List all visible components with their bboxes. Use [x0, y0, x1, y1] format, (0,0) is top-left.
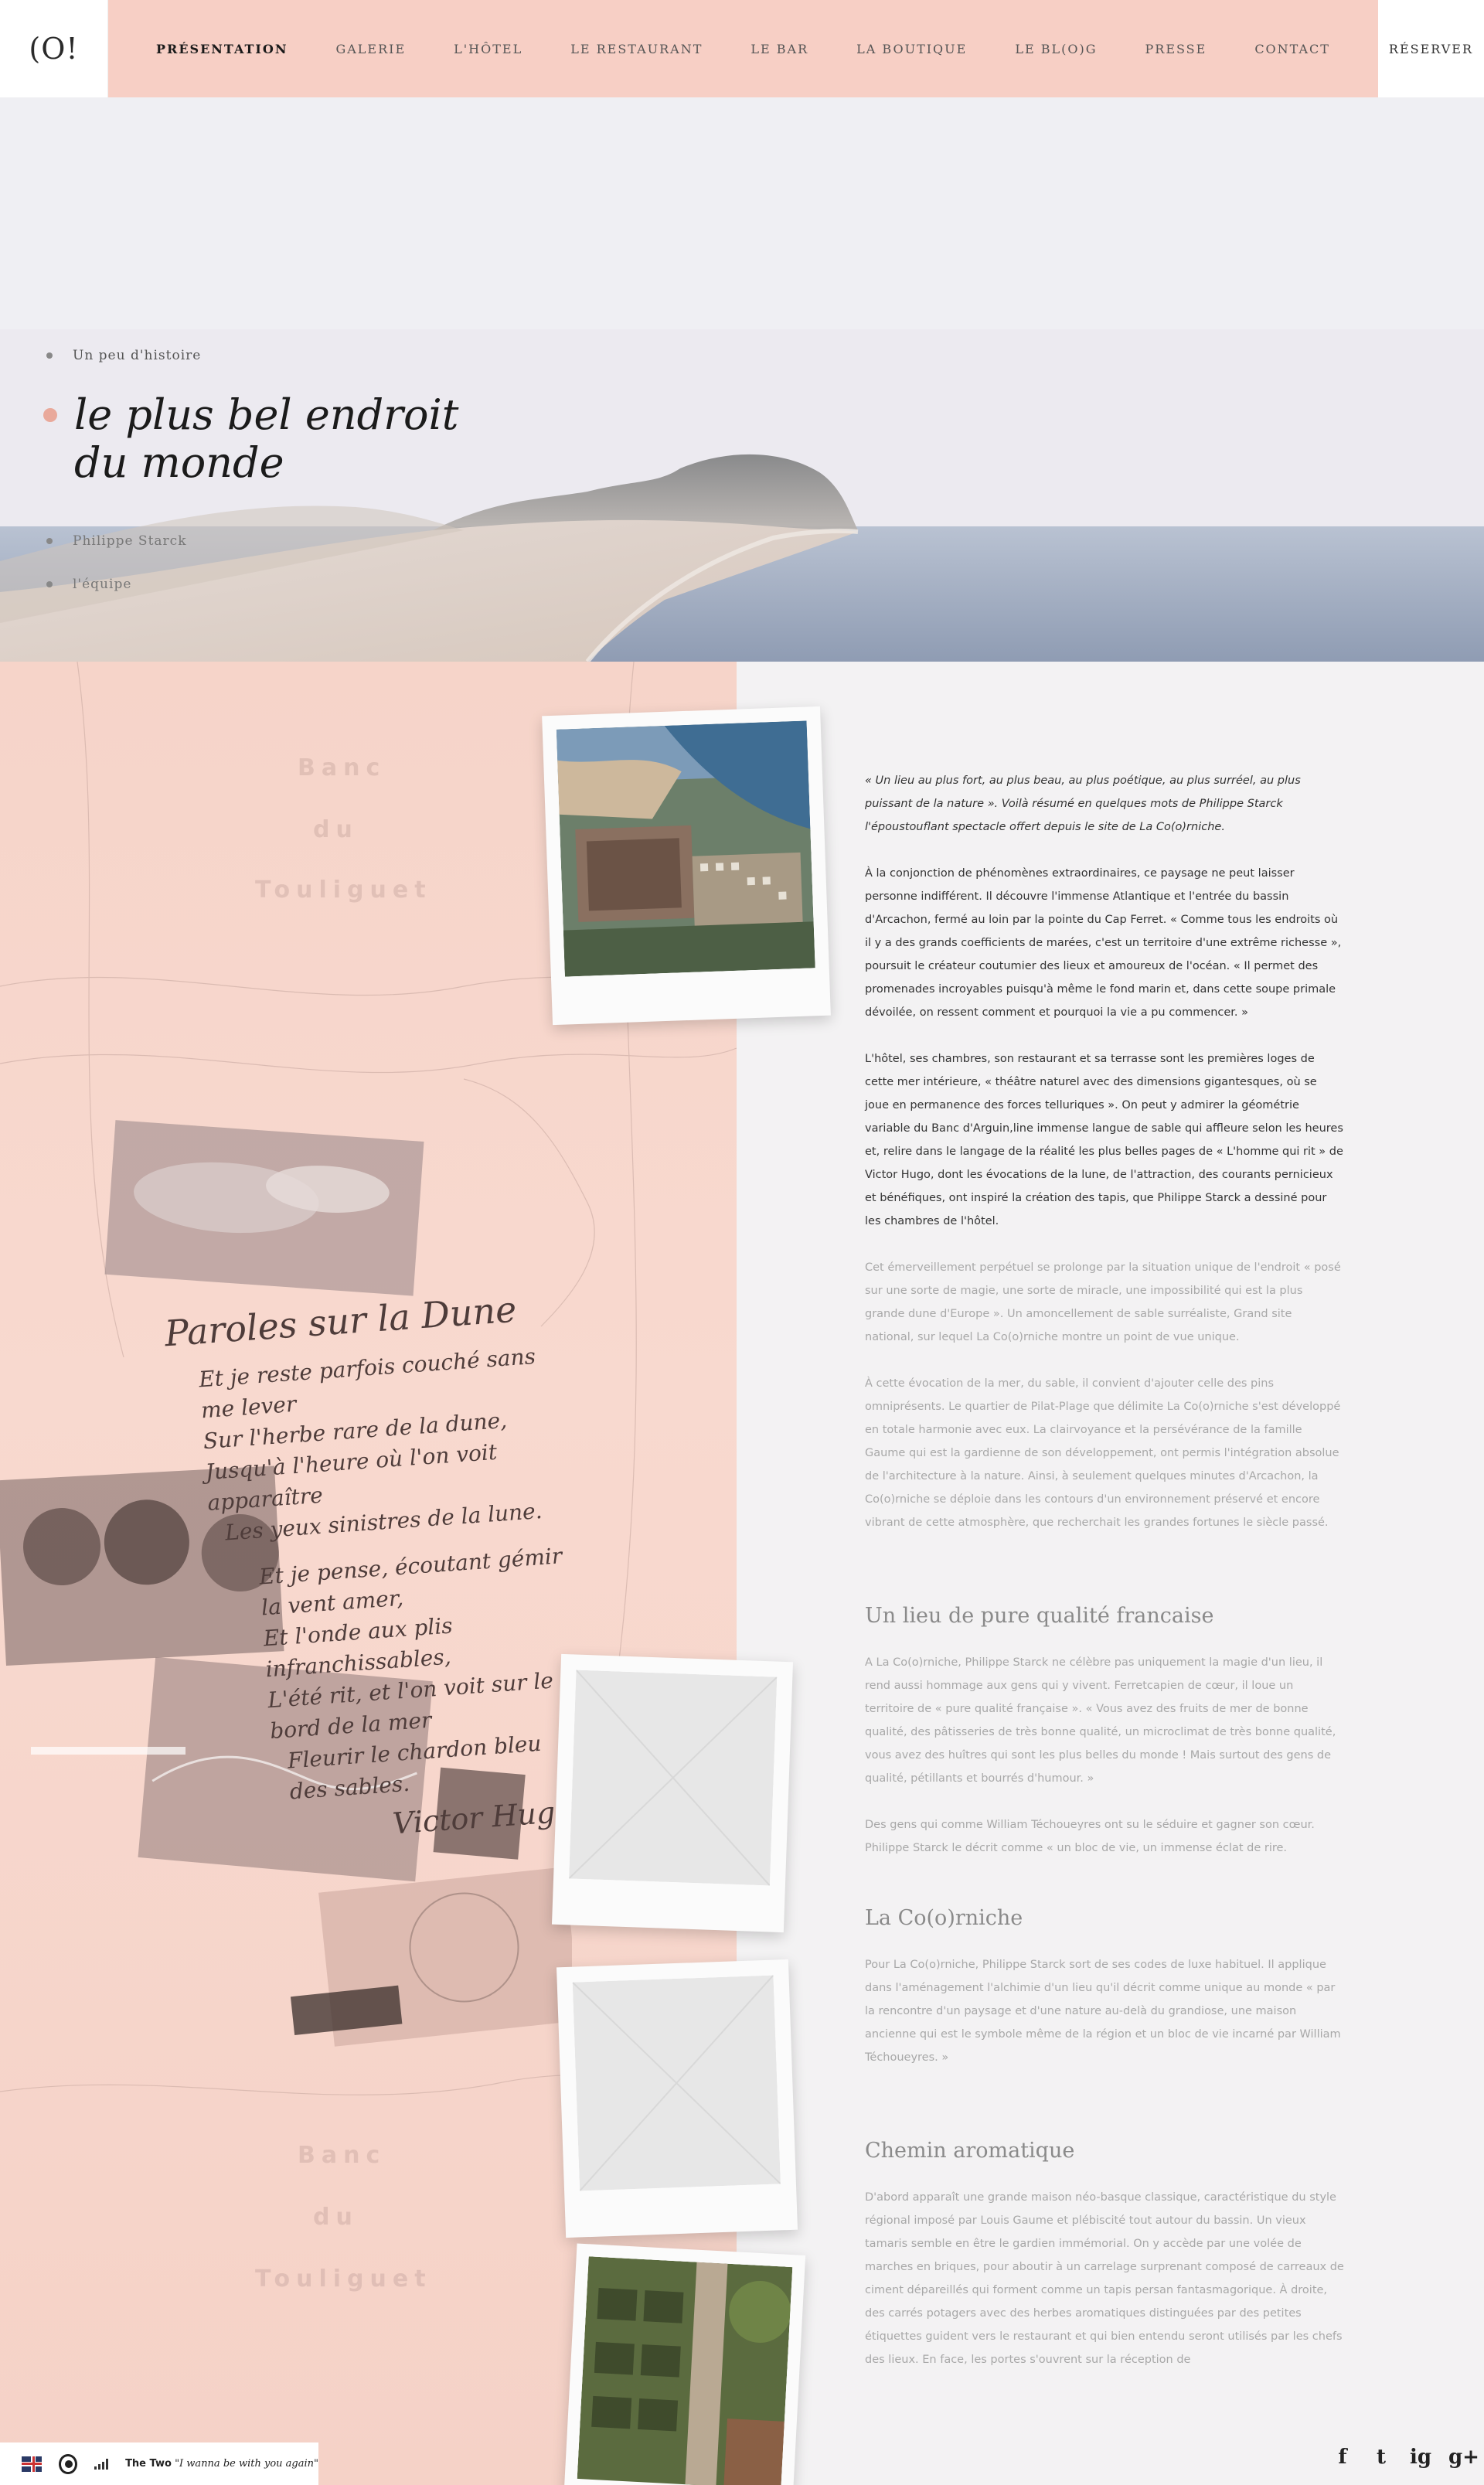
intro-paragraph: « Un lieu au plus fort, au plus beau, au…: [865, 774, 1301, 833]
instagram-icon[interactable]: ig: [1410, 2446, 1431, 2469]
body-paragraph: Des gens qui comme William Téchoueyres o…: [865, 1819, 1315, 1854]
nav-boutique[interactable]: LA BOUTIQUE: [856, 42, 967, 56]
bullet-dot: [46, 581, 53, 587]
section-title-qualite: Un lieu de pure qualité francaise: [865, 1604, 1214, 1628]
volume-bars-icon[interactable]: [94, 2458, 109, 2470]
google-plus-icon[interactable]: g+: [1448, 2446, 1479, 2469]
music-player-icon[interactable]: [59, 2453, 78, 2474]
facebook-icon[interactable]: f: [1333, 2446, 1353, 2469]
nav-restaurant[interactable]: LE RESTAURANT: [570, 42, 703, 56]
twitter-icon[interactable]: t: [1371, 2446, 1391, 2469]
hotel-aerial-illustration: [556, 720, 815, 977]
menu-item-label: Philippe Starck: [73, 533, 187, 549]
hotel-aerial-image: [556, 720, 815, 977]
body-paragraph: À cette évocation de la mer, du sable, i…: [865, 1377, 1341, 1529]
garden-image: [577, 2256, 793, 2485]
nav-hotel[interactable]: L'HÔTEL: [454, 42, 522, 56]
active-section-title: le plus bel endroit du monde: [74, 390, 459, 487]
body-paragraph: Cet émerveillement perpétuel se prolonge…: [865, 1261, 1341, 1343]
photo-placeholder[interactable]: [551, 1653, 794, 1933]
nav-blog[interactable]: LE BL(O)G: [1015, 42, 1097, 56]
garden-illustration: [577, 2256, 793, 2485]
placeholder-cross: [568, 1670, 778, 1887]
section-title-coorniche: La Co(o)rniche: [865, 1906, 1023, 1930]
site-logo[interactable]: (O!: [29, 32, 78, 66]
body-paragraph: Pour La Co(o)rniche, Philippe Starck sor…: [865, 1959, 1341, 2064]
logo-box[interactable]: (O!: [0, 0, 109, 97]
social-links: f t ig g+: [1333, 2446, 1479, 2469]
article-content: « Un lieu au plus fort, au plus beau, au…: [865, 769, 1344, 2395]
reserve-box[interactable]: RÉSERVER: [1377, 0, 1484, 97]
now-playing: The Two "I wanna be with you again": [125, 2458, 318, 2470]
body-paragraph: A La Co(o)rniche, Philippe Starck ne cél…: [865, 1656, 1336, 1785]
nav-bar[interactable]: LE BAR: [751, 42, 808, 56]
photo-hotel-aerial[interactable]: [542, 706, 831, 1026]
main-nav: PRÉSENTATION GALERIE L'HÔTEL LE RESTAURA…: [108, 0, 1378, 97]
menu-item-label: Un peu d'histoire: [73, 348, 202, 363]
image-placeholder: [568, 1670, 778, 1917]
image-placeholder: [572, 1975, 782, 2222]
site-header: (O! PRÉSENTATION GALERIE L'HÔTEL LE REST…: [0, 0, 1484, 97]
body-paragraph: À la conjonction de phénomènes extraordi…: [865, 867, 1342, 1019]
section-side-menu: Un peu d'histoire le plus bel endroit du…: [43, 348, 476, 620]
photo-aromatic-garden[interactable]: [563, 2243, 806, 2485]
bullet-dot-active: [43, 408, 57, 422]
nav-presse[interactable]: PRESSE: [1145, 42, 1207, 56]
uk-flag-icon[interactable]: [22, 2456, 43, 2472]
photo-placeholder[interactable]: [556, 1959, 798, 2238]
reserve-button[interactable]: RÉSERVER: [1389, 42, 1473, 56]
poem-handwritten: Paroles sur la Dune Et je reste parfois …: [163, 1285, 591, 1853]
nav-presentation[interactable]: PRÉSENTATION: [156, 42, 288, 56]
nav-contact[interactable]: CONTACT: [1254, 42, 1330, 56]
track-title: "I wanna be with you again": [175, 2458, 318, 2470]
track-artist: The Two: [125, 2458, 172, 2470]
menu-item-label: l'équipe: [73, 577, 132, 592]
placeholder-cross: [572, 1975, 781, 2192]
menu-item-philippe-starck[interactable]: Philippe Starck: [46, 533, 476, 549]
body-paragraph: L'hôtel, ses chambres, son restaurant et…: [865, 1053, 1343, 1227]
bullet-dot: [46, 538, 53, 544]
menu-item-equipe[interactable]: l'équipe: [46, 577, 476, 592]
nav-galerie[interactable]: GALERIE: [335, 42, 406, 56]
menu-item-plus-bel-endroit[interactable]: le plus bel endroit du monde: [43, 390, 476, 487]
footer-player-bar: The Two "I wanna be with you again": [0, 2442, 318, 2485]
vintage-collage: Paroles sur la Dune Et je reste parfois …: [0, 1113, 581, 2056]
bullet-dot: [46, 352, 53, 359]
body-paragraph: D'abord apparaît une grande maison néo-b…: [865, 2191, 1344, 2366]
menu-item-histoire[interactable]: Un peu d'histoire: [46, 348, 476, 363]
section-title-chemin: Chemin aromatique: [865, 2139, 1075, 2163]
